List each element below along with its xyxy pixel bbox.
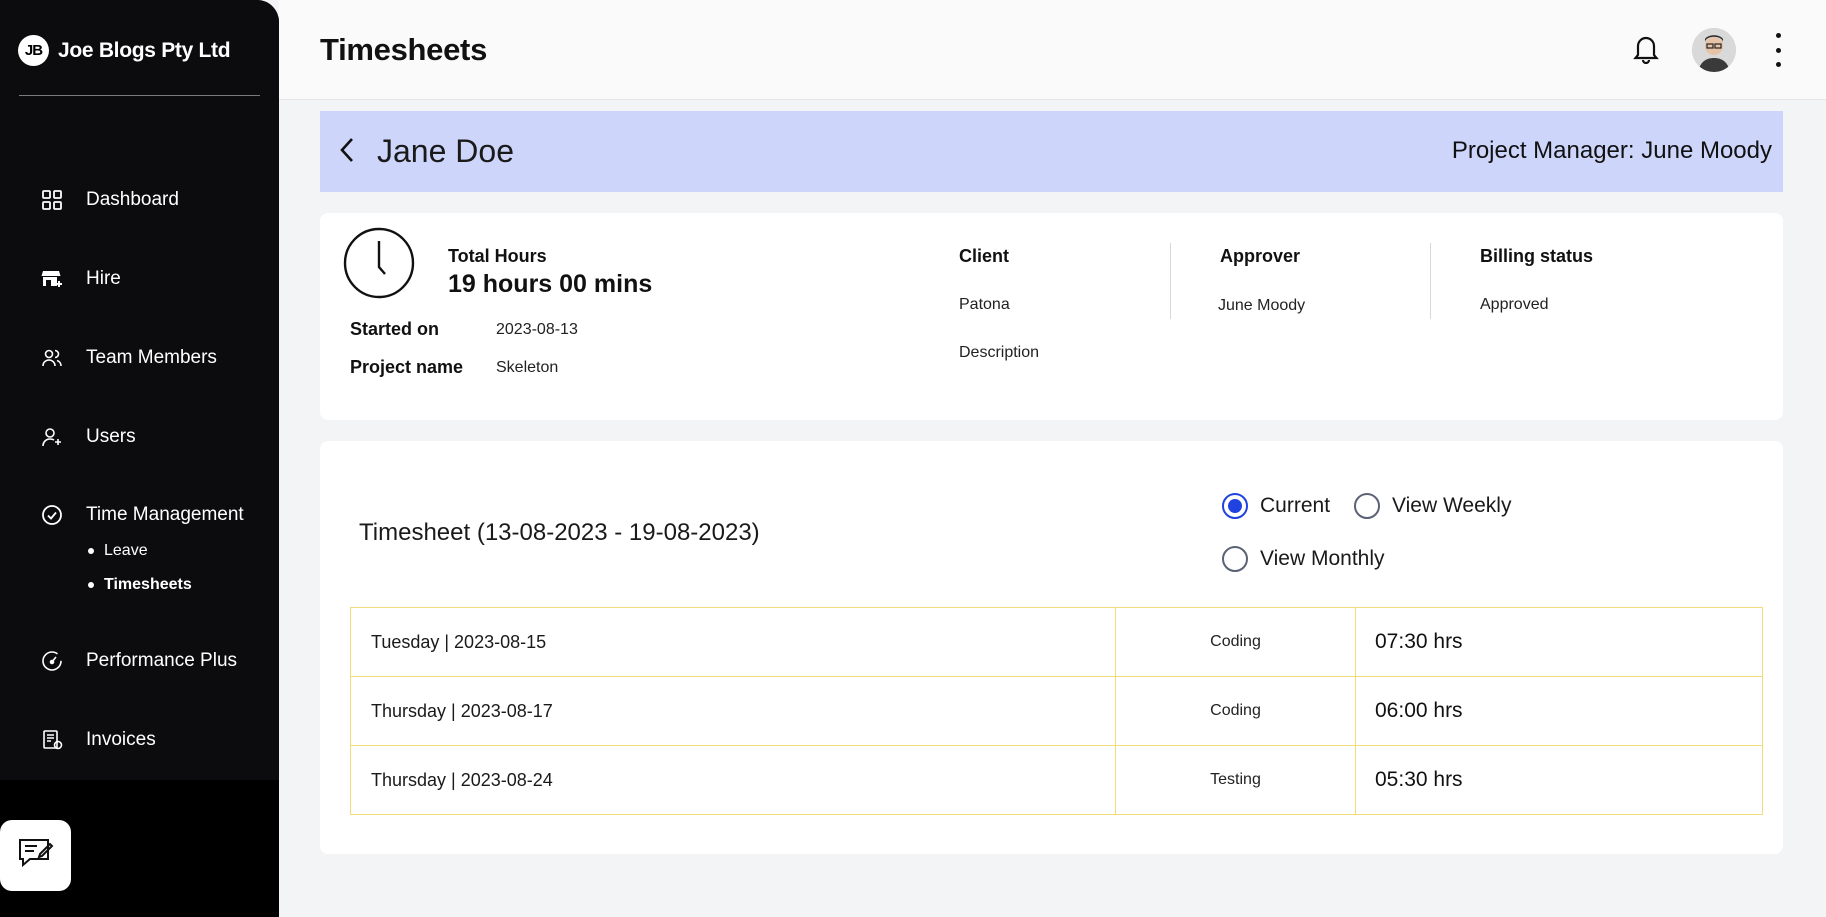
grid-icon <box>40 188 64 212</box>
bell-icon[interactable] <box>1632 34 1660 69</box>
entry-day: Thursday | 2023-08-24 <box>350 745 1116 815</box>
sidebar-item-users[interactable]: Users <box>40 425 136 449</box>
clock-icon <box>343 227 415 304</box>
sidebar-subitem-label: Leave <box>104 542 148 559</box>
gauge-icon <box>40 649 64 673</box>
table-row[interactable]: Thursday | 2023-08-17 Coding 06:00 hrs <box>350 676 1763 746</box>
radio-circle[interactable] <box>1354 493 1380 519</box>
billing-status-label: Billing status <box>1480 246 1594 266</box>
timesheet-title: Timesheet (13-08-2023 - 19-08-2023) <box>359 519 760 546</box>
description-label: Description <box>959 344 1040 361</box>
employee-banner: Jane Doe Project Manager: June Moody <box>320 111 1783 192</box>
store-icon <box>40 267 64 291</box>
radio-view-monthly[interactable]: View Monthly <box>1222 546 1385 572</box>
avatar[interactable] <box>1692 28 1736 72</box>
entry-day: Tuesday | 2023-08-15 <box>350 607 1116 677</box>
radio-label: Current <box>1260 494 1331 517</box>
sidebar-item-label: Hire <box>86 268 121 289</box>
feedback-button[interactable] <box>0 820 71 891</box>
client-label: Client <box>959 246 1010 266</box>
sidebar-item-performance-plus[interactable]: Performance Plus <box>40 649 237 673</box>
radio-label: View Monthly <box>1260 547 1385 570</box>
more-options-icon[interactable] <box>1772 33 1784 67</box>
sidebar-item-label: Team Members <box>86 347 217 368</box>
chat-edit-icon <box>18 837 54 874</box>
kebab-dot <box>1775 62 1781 67</box>
table-row[interactable]: Tuesday | 2023-08-15 Coding 07:30 hrs <box>350 607 1763 677</box>
radio-view-weekly[interactable]: View Weekly <box>1354 493 1511 519</box>
top-header: Timesheets <box>279 0 1826 100</box>
entry-hours: 05:30 hrs <box>1355 745 1763 815</box>
back-arrow-icon[interactable] <box>338 136 356 169</box>
column-divider <box>1170 243 1171 319</box>
radio-circle[interactable] <box>1222 493 1248 519</box>
radio-current[interactable]: Current <box>1222 493 1330 519</box>
sidebar-item-label: Invoices <box>86 729 156 750</box>
entry-day: Thursday | 2023-08-17 <box>350 676 1116 746</box>
entry-task: Coding <box>1115 676 1356 746</box>
team-icon <box>40 346 64 370</box>
sidebar-subitem-timesheets[interactable]: Timesheets <box>88 576 192 594</box>
sidebar-item-invoices[interactable]: Invoices <box>40 728 156 752</box>
sidebar-item-label: Users <box>86 426 136 447</box>
check-circle-icon <box>40 503 64 527</box>
sidebar: JB Joe Blogs Pty Ltd Dashboard Hire Team… <box>0 0 279 917</box>
entry-task: Coding <box>1115 607 1356 677</box>
table-row[interactable]: Thursday | 2023-08-24 Testing 05:30 hrs <box>350 745 1763 815</box>
project-manager-label: Project Manager: <box>1451 137 1635 164</box>
sidebar-item-team-members[interactable]: Team Members <box>40 346 217 370</box>
employee-name: Jane Doe <box>377 133 514 169</box>
started-on-label: Started on <box>350 319 440 339</box>
brand-logo: JB <box>18 35 49 66</box>
sidebar-item-hire[interactable]: Hire <box>40 267 121 291</box>
project-manager: Project Manager: June Moody <box>1452 137 1772 165</box>
billing-status-value: Approved <box>1480 296 1549 313</box>
summary-card: Total Hours 19 hours 00 mins Started on … <box>320 213 1783 420</box>
bullet-icon <box>88 548 94 554</box>
user-add-icon <box>40 425 64 449</box>
brand[interactable]: JB Joe Blogs Pty Ltd <box>18 35 231 66</box>
entry-task: Testing <box>1115 745 1356 815</box>
kebab-dot <box>1775 33 1781 38</box>
total-hours-label: Total Hours <box>448 246 547 266</box>
radio-label: View Weekly <box>1392 494 1512 517</box>
column-divider <box>1430 243 1431 319</box>
timesheet-card: Timesheet (13-08-2023 - 19-08-2023) Curr… <box>320 441 1783 854</box>
total-hours-value: 19 hours 00 mins <box>448 270 653 298</box>
page-title: Timesheets <box>320 32 488 67</box>
approver-label: Approver <box>1220 246 1301 266</box>
sidebar-item-label: Dashboard <box>86 189 179 210</box>
sidebar-subitem-leave[interactable]: Leave <box>88 542 148 560</box>
sidebar-divider <box>19 95 260 96</box>
sidebar-subitem-label: Timesheets <box>104 576 192 593</box>
client-value: Patona <box>959 296 1010 313</box>
entry-hours: 07:30 hrs <box>1355 607 1763 677</box>
bullet-icon <box>88 582 94 588</box>
sidebar-item-label: Performance Plus <box>86 650 238 671</box>
radio-circle[interactable] <box>1222 546 1248 572</box>
kebab-dot <box>1775 47 1781 53</box>
sidebar-item-dashboard[interactable]: Dashboard <box>40 188 179 212</box>
brand-name: Joe Blogs Pty Ltd <box>58 38 231 62</box>
project-name-label: Project name <box>350 357 464 377</box>
started-on-value: 2023-08-13 <box>496 321 578 338</box>
receipt-icon <box>40 728 64 752</box>
approver-value: June Moody <box>1218 297 1306 314</box>
project-name-value: Skeleton <box>496 359 559 376</box>
entry-hours: 06:00 hrs <box>1355 676 1763 746</box>
sidebar-panel: JB Joe Blogs Pty Ltd Dashboard Hire Team… <box>0 0 279 780</box>
project-manager-name: June Moody <box>1641 137 1772 164</box>
sidebar-item-label: Time Management <box>86 504 244 525</box>
sidebar-item-time-management[interactable]: Time Management <box>40 503 244 527</box>
timesheet-table: Tuesday | 2023-08-15 Coding 07:30 hrs Th… <box>350 607 1763 815</box>
